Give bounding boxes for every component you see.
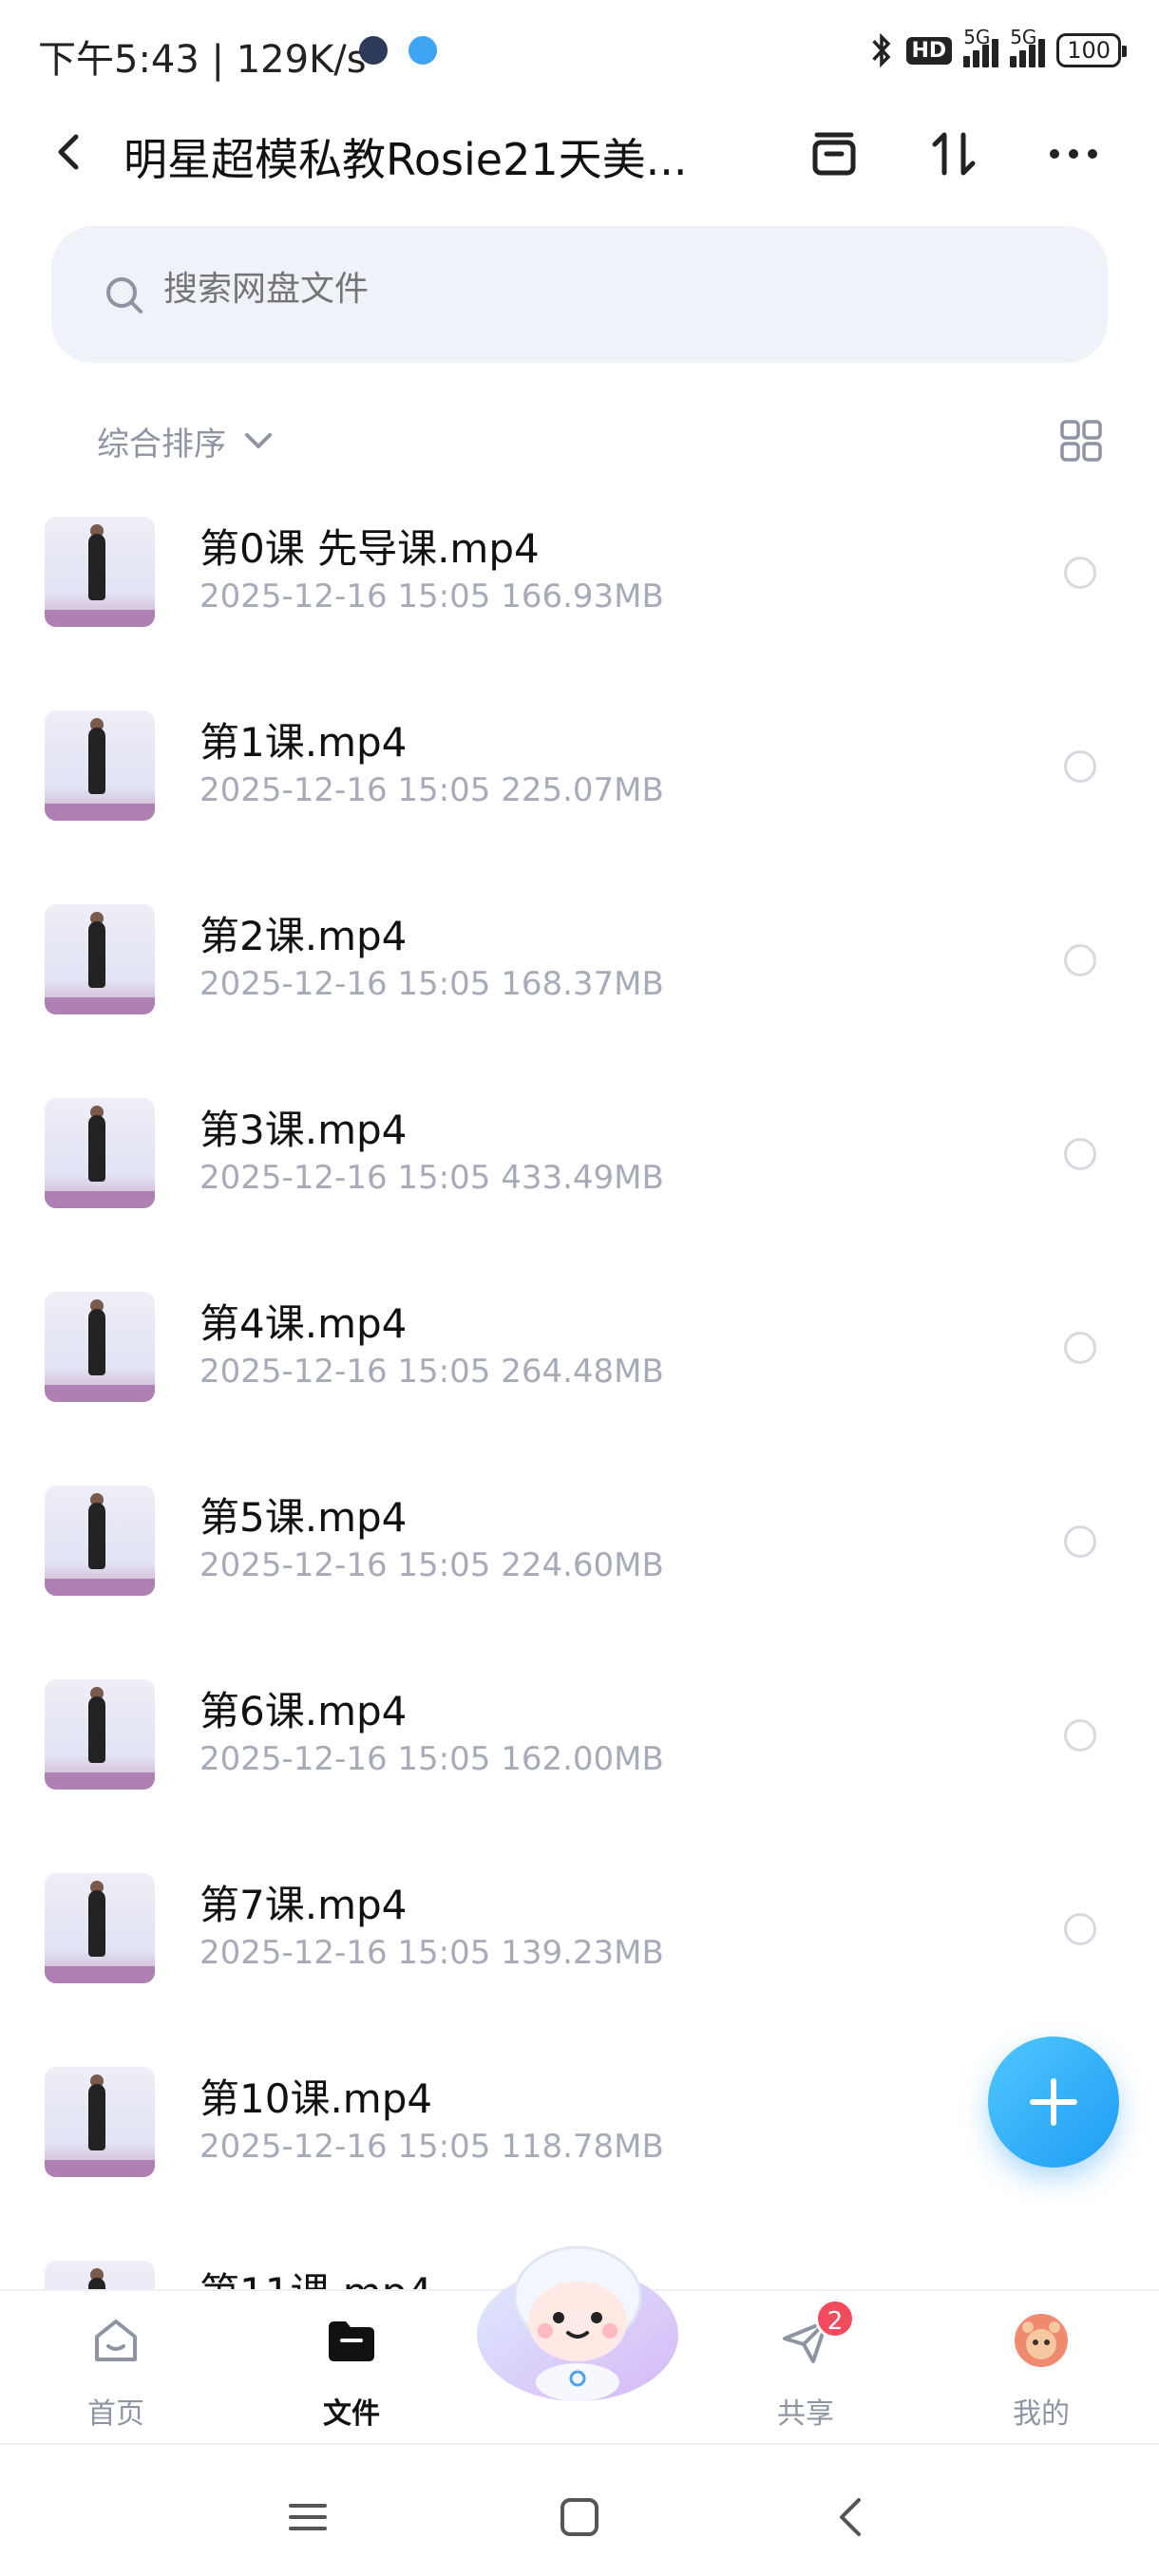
menu-icon[interactable] <box>285 2494 331 2540</box>
select-radio[interactable] <box>1064 557 1096 589</box>
file-meta: 2025-12-16 15:05 264.48MB <box>200 1353 664 1391</box>
nav-item-me[interactable]: 我的 <box>965 2304 1117 2437</box>
file-name: 第0课 先导课.mp4 <box>200 525 540 572</box>
sort-arrows-icon[interactable] <box>923 123 984 184</box>
home-button-icon[interactable] <box>557 2494 602 2540</box>
file-row[interactable]: 第4课.mp4 2025-12-16 15:05 264.48MB <box>0 1282 1159 1476</box>
file-meta: 2025-12-16 15:05 225.07MB <box>200 771 664 809</box>
file-row[interactable]: 第1课.mp4 2025-12-16 15:05 225.07MB <box>0 701 1159 895</box>
app-notification-icon <box>359 36 388 65</box>
file-meta: 2025-12-16 15:05 166.93MB <box>200 578 664 616</box>
file-meta: 2025-12-16 15:05 433.49MB <box>200 1159 664 1197</box>
more-dots-icon[interactable] <box>1043 123 1104 184</box>
file-row[interactable]: 第2课.mp4 2025-12-16 15:05 168.37MB <box>0 895 1159 1089</box>
file-row[interactable]: 第7课.mp4 2025-12-16 15:05 139.23MB <box>0 1864 1159 2057</box>
select-radio[interactable] <box>1064 1913 1096 1945</box>
folder-icon <box>329 2321 374 2361</box>
select-radio[interactable] <box>1064 750 1096 783</box>
nav-label: 文件 <box>323 2397 380 2431</box>
grid-view-icon[interactable] <box>1058 418 1104 464</box>
file-row[interactable]: 第5课.mp4 2025-12-16 15:05 224.60MB <box>0 1476 1159 1670</box>
select-radio[interactable] <box>1064 1138 1096 1170</box>
nav-label: 共享 <box>777 2397 834 2431</box>
file-meta: 2025-12-16 15:05 139.23MB <box>200 1934 664 1972</box>
video-thumbnail <box>45 1679 155 1790</box>
status-indicators: HD 5G 5G 100 <box>868 26 1127 70</box>
nav-item-files[interactable]: 文件 <box>276 2304 428 2437</box>
nav-item-share[interactable]: 2 共享 <box>730 2299 882 2437</box>
sort-row: 综合排序 <box>0 408 1159 475</box>
video-thumbnail <box>45 1486 155 1596</box>
file-row[interactable]: 第3课.mp4 2025-12-16 15:05 433.49MB <box>0 1089 1159 1282</box>
video-thumbnail <box>45 2261 155 2289</box>
file-name: 第3课.mp4 <box>200 1107 408 1153</box>
search-input[interactable] <box>163 270 923 309</box>
file-name: 第4课.mp4 <box>200 1300 408 1347</box>
file-row[interactable]: 第6课.mp4 2025-12-16 15:05 162.00MB <box>0 1670 1159 1864</box>
select-radio[interactable] <box>1064 1332 1096 1364</box>
select-radio[interactable] <box>1064 944 1096 976</box>
add-button[interactable] <box>988 2036 1119 2168</box>
video-thumbnail <box>45 710 155 821</box>
file-row[interactable]: 第0课 先导课.mp4 2025-12-16 15:05 166.93MB <box>0 507 1159 701</box>
video-thumbnail <box>45 1098 155 1208</box>
nav-item-home[interactable]: 首页 <box>40 2304 192 2437</box>
file-meta: 2025-12-16 15:05 118.78MB <box>200 2128 664 2166</box>
battery-indicator: 100 <box>1056 33 1127 67</box>
file-list: 第0课 先导课.mp4 2025-12-16 15:05 166.93MB 第1… <box>0 507 1159 2289</box>
avatar-icon <box>1015 2314 1068 2367</box>
back-arrow-icon[interactable] <box>46 127 95 177</box>
system-nav-bar <box>0 2443 1159 2576</box>
search-icon <box>106 277 142 313</box>
archive-icon[interactable] <box>804 123 864 184</box>
signal-icon-2: 5G <box>1010 26 1046 67</box>
header: 明星超模私教Rosie21天美... <box>0 104 1159 199</box>
select-radio[interactable] <box>1064 1525 1096 1558</box>
file-name: 第1课.mp4 <box>200 719 408 766</box>
mascot-icon[interactable] <box>473 2230 682 2411</box>
file-name: 第5课.mp4 <box>200 1494 408 1541</box>
file-name: 第10课.mp4 <box>200 2075 433 2122</box>
file-meta: 2025-12-16 15:05 168.37MB <box>200 965 664 1003</box>
notification-badge: 2 <box>815 2299 855 2339</box>
chevron-down-icon[interactable] <box>241 427 276 456</box>
upload-notification-icon <box>408 36 437 65</box>
nav-label: 我的 <box>1013 2397 1070 2431</box>
system-back-icon[interactable] <box>828 2494 874 2540</box>
file-row[interactable]: 第10课.mp4 2025-12-16 15:05 118.78MB <box>0 2057 1159 2251</box>
status-bar: 下午5:43 | 129K/s HD 5G 5G 100 <box>0 0 1159 104</box>
video-thumbnail <box>45 1873 155 1983</box>
video-thumbnail <box>45 1292 155 1402</box>
video-thumbnail <box>45 2067 155 2177</box>
file-name: 第11课.mp4 <box>200 2261 432 2289</box>
video-thumbnail <box>45 904 155 1014</box>
file-meta: 2025-12-16 15:05 224.60MB <box>200 1546 664 1584</box>
status-app-icons <box>359 36 437 65</box>
nav-label: 首页 <box>87 2397 144 2431</box>
bluetooth-icon <box>871 32 890 68</box>
sort-dropdown[interactable]: 综合排序 <box>97 418 226 464</box>
hd-badge: HD <box>905 36 953 65</box>
page-title: 明星超模私教Rosie21天美... <box>124 134 688 185</box>
status-time: 下午5:43 | 129K/s <box>38 38 367 82</box>
select-radio[interactable] <box>1064 1719 1096 1752</box>
search-bar[interactable] <box>51 226 1108 363</box>
file-name: 第2课.mp4 <box>200 913 408 959</box>
home-icon <box>95 2320 137 2361</box>
file-meta: 2025-12-16 15:05 162.00MB <box>200 1740 664 1778</box>
signal-icon: 5G <box>963 26 999 67</box>
video-thumbnail <box>45 517 155 627</box>
file-name: 第6课.mp4 <box>200 1688 408 1734</box>
file-name: 第7课.mp4 <box>200 1882 408 1928</box>
